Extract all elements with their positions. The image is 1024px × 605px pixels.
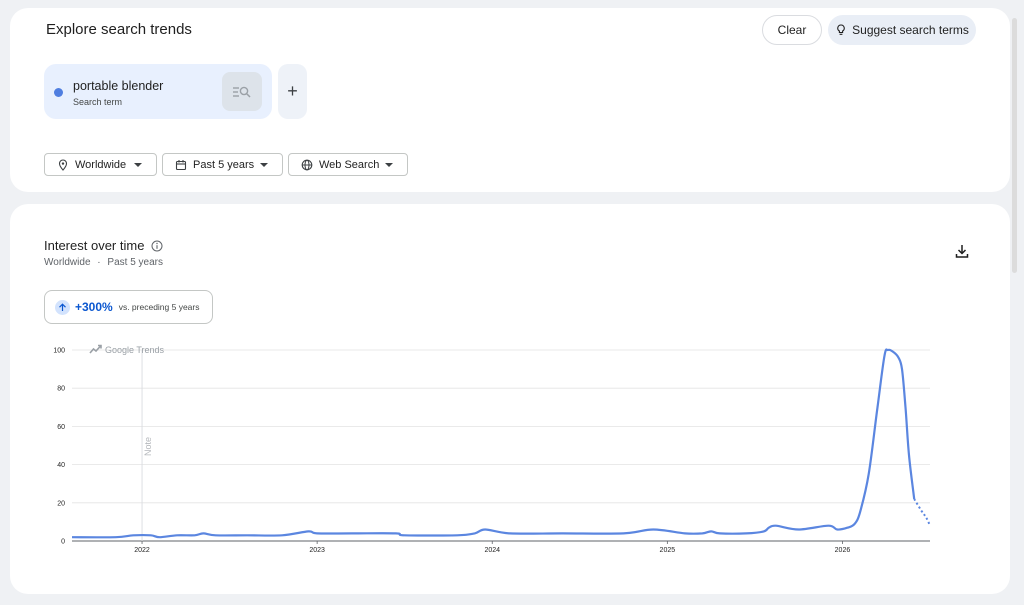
time-range-label: Past 5 years	[193, 158, 255, 171]
search-term-chip[interactable]: portable blender Search term	[44, 64, 272, 119]
chevron-down-icon	[134, 163, 142, 167]
trend-series-line[interactable]	[71, 348, 916, 539]
sparkle-bulb-icon	[837, 24, 845, 35]
chevron-down-icon	[260, 163, 268, 167]
suggest-label: Suggest search terms	[852, 23, 969, 37]
y-tick-label: 0	[61, 539, 65, 546]
term-color-dot	[54, 88, 63, 97]
refine-term-button[interactable]	[222, 72, 262, 111]
globe-icon	[301, 159, 313, 171]
y-tick-label: 20	[57, 500, 65, 507]
x-tick-label: 2022	[134, 547, 150, 554]
location-filter-label: Worldwide	[75, 158, 127, 171]
y-tick-label: 100	[53, 348, 65, 355]
list-search-icon	[233, 86, 251, 98]
term-type: Search term	[73, 97, 123, 107]
x-tick-label: 2023	[309, 547, 325, 554]
chevron-down-icon	[385, 163, 393, 167]
location-filter[interactable]: Worldwide	[44, 153, 157, 176]
search-property-label: Web Search	[319, 158, 380, 171]
note-label: Note	[143, 437, 153, 456]
interest-over-time-card: Interest over time Worldwide · Past 5 ye…	[10, 204, 1010, 594]
search-property-filter[interactable]: Web Search	[288, 153, 408, 176]
x-tick-label: 2025	[660, 547, 676, 554]
watermark-text: Google Trends	[105, 345, 165, 355]
suggest-search-terms-button[interactable]: Suggest search terms	[828, 15, 976, 45]
add-term-button[interactable]: +	[278, 64, 307, 119]
term-name: portable blender	[73, 79, 164, 93]
location-pin-icon	[57, 158, 69, 171]
trend-chart: 0 20 40 60 80 100 2022 2023 2024 2025 2026 Note Go…	[53, 344, 931, 554]
scrollbar[interactable]	[1012, 18, 1017, 273]
y-tick-label: 40	[57, 462, 65, 469]
time-range-filter[interactable]: Past 5 years	[162, 153, 283, 176]
page-title: Explore search trends	[46, 21, 192, 38]
y-tick-label: 60	[57, 424, 65, 431]
clear-button[interactable]: Clear	[762, 15, 822, 45]
trend-line-icon	[89, 344, 102, 354]
explore-card: Explore search trends Clear Suggest sear…	[10, 8, 1010, 192]
x-tick-label: 2026	[835, 547, 851, 554]
y-tick-label: 80	[57, 386, 65, 393]
x-tick-label: 2024	[484, 547, 500, 554]
calendar-icon	[175, 159, 187, 171]
